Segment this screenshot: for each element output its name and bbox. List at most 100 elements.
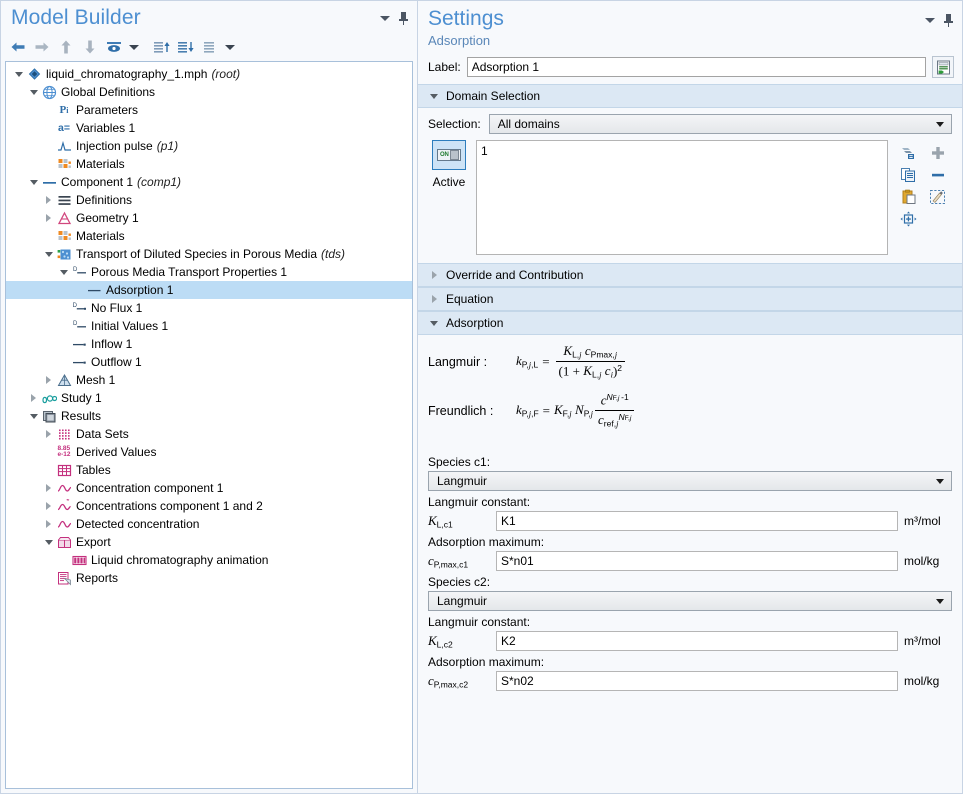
chevron-down-icon[interactable] xyxy=(377,10,393,26)
tree-node-injection-pulse[interactable]: Injection pulse(p1) xyxy=(6,137,412,155)
species-label: Species c2: xyxy=(428,575,952,589)
tree-node-concentration-component-1[interactable]: Concentration component 1 xyxy=(6,479,412,497)
tree-node-liquid-chromatography-1-mph[interactable]: liquid_chromatography_1.mph(root) xyxy=(6,65,412,83)
expander-closed-icon[interactable] xyxy=(42,515,55,533)
expander-closed-icon[interactable] xyxy=(42,479,55,497)
tree-node-parameters[interactable]: PiParameters xyxy=(6,101,412,119)
tree-node-mesh-1[interactable]: Mesh 1 xyxy=(6,371,412,389)
tree-node-porous-media-transport-properties-1[interactable]: DPorous Media Transport Properties 1 xyxy=(6,263,412,281)
tree-node-tag: (p1) xyxy=(157,137,178,155)
selection-list-icon[interactable] xyxy=(894,142,923,164)
label-row: Label: xyxy=(418,50,962,84)
tree-node-results[interactable]: Results xyxy=(6,407,412,425)
expander-open-icon[interactable] xyxy=(27,407,40,425)
tree-node-global-definitions[interactable]: Global Definitions xyxy=(6,83,412,101)
tree-node-detected-concentration[interactable]: Detected concentration xyxy=(6,515,412,533)
species-model-dropdown[interactable]: Langmuir xyxy=(428,471,952,491)
pin-icon[interactable] xyxy=(940,12,956,28)
list-dropdown-icon[interactable] xyxy=(223,37,237,57)
model-tree-container[interactable]: liquid_chromatography_1.mph(root)Global … xyxy=(5,61,413,789)
comsol-root-icon xyxy=(25,66,43,82)
expander-open-icon[interactable] xyxy=(27,83,40,101)
chevron-down-icon[interactable] xyxy=(922,12,938,28)
expand-all-icon[interactable] xyxy=(175,37,197,57)
expander-open-icon[interactable] xyxy=(42,245,55,263)
langmuir-equation-label: Langmuir : xyxy=(428,355,516,369)
tree-node-data-sets[interactable]: Data Sets xyxy=(6,425,412,443)
expander-open-icon[interactable] xyxy=(42,533,55,551)
expander-closed-icon[interactable] xyxy=(42,425,55,443)
selection-caption: Selection: xyxy=(428,117,481,131)
section-header-override-contribution[interactable]: Override and Contribution xyxy=(418,263,962,287)
go-back-icon[interactable] xyxy=(7,37,29,57)
constant-input[interactable] xyxy=(496,511,898,531)
tree-node-definitions[interactable]: Definitions xyxy=(6,191,412,209)
section-header-equation[interactable]: Equation xyxy=(418,287,962,311)
tree-node-concentrations-component-1-and-2[interactable]: *Concentrations component 1 and 2 xyxy=(6,497,412,515)
show-dropdown-icon[interactable] xyxy=(127,37,141,57)
expander-closed-icon[interactable] xyxy=(42,191,55,209)
tree-node-adsorption-1[interactable]: Adsorption 1 xyxy=(6,281,412,299)
tree-node-label: Adsorption 1 xyxy=(106,281,173,299)
domain-entity-list[interactable]: 1 xyxy=(476,140,888,255)
model-builder-toolbar xyxy=(1,35,417,59)
list-icon[interactable] xyxy=(199,37,221,57)
list-item[interactable]: 1 xyxy=(481,143,883,159)
label-input[interactable] xyxy=(467,57,926,77)
tree-node-variables-1[interactable]: a=Variables 1 xyxy=(6,119,412,137)
maximum-input[interactable] xyxy=(496,551,898,571)
remove-from-selection-icon[interactable] xyxy=(923,164,952,186)
tree-node-export[interactable]: Export xyxy=(6,533,412,551)
tree-node-inflow-1[interactable]: Inflow 1 xyxy=(6,335,412,353)
selection-dropdown[interactable]: All domains xyxy=(489,114,952,134)
mesh-icon xyxy=(55,372,73,388)
move-up-icon[interactable] xyxy=(55,37,77,57)
expander-open-icon[interactable] xyxy=(57,263,70,281)
tree-node-transport-of-diluted-species-in-porous-media[interactable]: Transport of Diluted Species in Porous M… xyxy=(6,245,412,263)
tree-node-outflow-1[interactable]: Outflow 1 xyxy=(6,353,412,371)
tree-node-materials[interactable]: Materials xyxy=(6,155,412,173)
expander-closed-icon[interactable] xyxy=(42,497,55,515)
section-header-adsorption[interactable]: Adsorption xyxy=(418,311,962,335)
go-forward-icon[interactable] xyxy=(31,37,53,57)
settings-titlebar: Settings xyxy=(418,1,962,31)
active-toggle-button[interactable]: ON xyxy=(432,140,466,170)
paste-selection-icon[interactable] xyxy=(894,186,923,208)
collapse-all-icon[interactable] xyxy=(151,37,173,57)
parameters-icon: Pi xyxy=(55,102,73,118)
expander-open-icon[interactable] xyxy=(12,65,25,83)
maximum-input[interactable] xyxy=(496,671,898,691)
settings-panel: Settings Adsorption Label: xyxy=(418,0,963,794)
clear-selection-icon[interactable] xyxy=(923,186,952,208)
show-icon[interactable] xyxy=(103,37,125,57)
copy-selection-icon[interactable] xyxy=(894,164,923,186)
tree-node-derived-values[interactable]: 8.85e-12Derived Values xyxy=(6,443,412,461)
tree-node-initial-values-1[interactable]: DInitial Values 1 xyxy=(6,317,412,335)
expander-closed-icon[interactable] xyxy=(27,389,40,407)
tree-node-component-1[interactable]: Component 1(comp1) xyxy=(6,173,412,191)
species-model-value: Langmuir xyxy=(437,474,936,488)
domain-node-icon: D xyxy=(70,318,88,334)
pin-icon[interactable] xyxy=(395,10,411,26)
constant-input[interactable] xyxy=(496,631,898,651)
species-model-dropdown[interactable]: Langmuir xyxy=(428,591,952,611)
add-to-selection-icon[interactable] xyxy=(923,142,952,164)
tree-node-liquid-chromatography-animation[interactable]: Liquid chromatography animation xyxy=(6,551,412,569)
section-header-domain-selection[interactable]: Domain Selection xyxy=(418,84,962,108)
expander-closed-icon[interactable] xyxy=(42,209,55,227)
zoom-to-selection-icon[interactable] xyxy=(894,208,923,230)
tree-node-geometry-1[interactable]: Geometry 1 xyxy=(6,209,412,227)
expander-closed-icon[interactable] xyxy=(42,371,55,389)
rename-node-icon[interactable] xyxy=(932,56,954,78)
tree-node-reports[interactable]: Reports xyxy=(6,569,412,587)
tree-node-study-1[interactable]: Study 1 xyxy=(6,389,412,407)
definitions-icon xyxy=(55,192,73,208)
expander-placeholder xyxy=(42,569,55,587)
animation-icon xyxy=(70,552,88,568)
tree-node-materials[interactable]: Materials xyxy=(6,227,412,245)
move-down-icon[interactable] xyxy=(79,37,101,57)
expander-placeholder xyxy=(42,137,55,155)
expander-open-icon[interactable] xyxy=(27,173,40,191)
tree-node-no-flux-1[interactable]: DNo Flux 1 xyxy=(6,299,412,317)
tree-node-tables[interactable]: Tables xyxy=(6,461,412,479)
